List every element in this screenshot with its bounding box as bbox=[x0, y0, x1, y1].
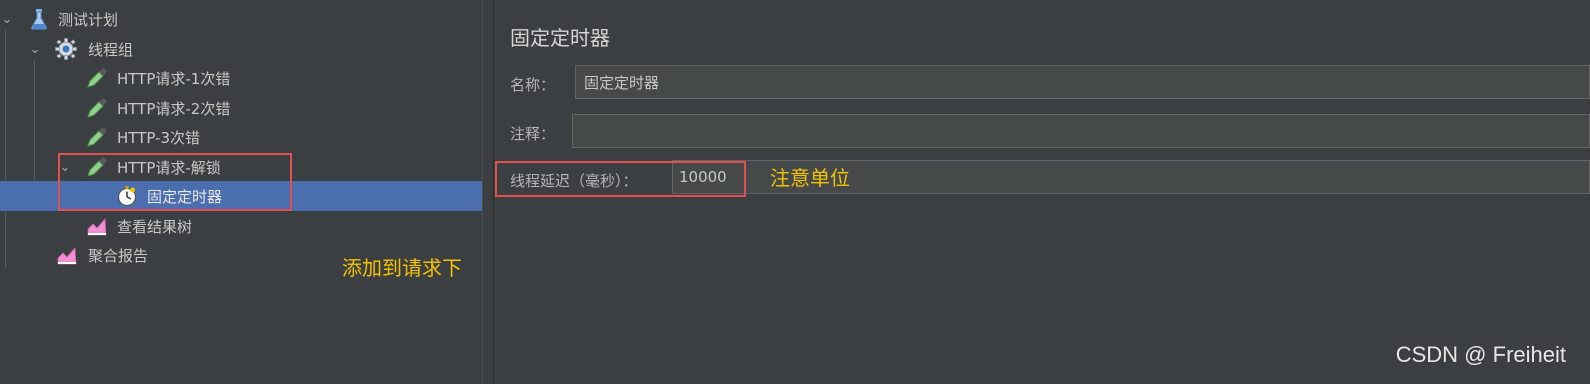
tree-item-label: 线程组 bbox=[88, 40, 134, 59]
watermark: CSDN @ Freiheit bbox=[1395, 342, 1566, 367]
tree-item-label: 查看结果树 bbox=[117, 217, 193, 236]
chart-icon bbox=[56, 244, 78, 266]
chart-icon bbox=[86, 215, 108, 237]
name-label: 名称： bbox=[510, 76, 556, 94]
comment-field[interactable] bbox=[572, 114, 1590, 148]
flask-icon bbox=[28, 8, 50, 30]
chevron-down-icon[interactable]: ⌄ bbox=[58, 160, 72, 175]
tree-item-http-request-2[interactable]: HTTP请求-2次错 bbox=[0, 93, 482, 123]
timer-config-panel: 固定定时器 名称： 固定定时器 注释： 线程延迟（毫秒）： 10000 注意单位 bbox=[494, 0, 1590, 384]
pipette-icon bbox=[86, 156, 108, 178]
delay-label: 线程延迟（毫秒）： bbox=[510, 172, 638, 190]
test-plan-tree: ⌄ 测试计划 ⌄ 线程组 HTTP请求-1次错 HTTP请求-2次错 HTTP-… bbox=[0, 0, 482, 384]
tree-item-view-results-tree[interactable]: 查看结果树 bbox=[0, 211, 482, 241]
annotation-add-under-request: 添加到请求下 bbox=[342, 256, 462, 280]
tree-item-label: HTTP-3次错 bbox=[117, 128, 201, 147]
name-field[interactable]: 固定定时器 bbox=[575, 65, 1590, 99]
annotation-note-unit: 注意单位 bbox=[770, 166, 850, 190]
tree-item-test-plan[interactable]: ⌄ 测试计划 bbox=[0, 4, 482, 34]
tree-item-http-unlock[interactable]: ⌄ HTTP请求-解锁 bbox=[0, 152, 482, 182]
tree-item-label: HTTP请求-2次错 bbox=[117, 99, 231, 118]
pipette-icon bbox=[86, 126, 108, 148]
tree-item-label: 聚合报告 bbox=[88, 246, 149, 265]
panel-splitter[interactable] bbox=[482, 0, 494, 384]
tree-item-label: HTTP请求-1次错 bbox=[117, 69, 231, 88]
tree-item-label: HTTP请求-解锁 bbox=[117, 158, 221, 177]
tree-item-constant-timer[interactable]: 固定定时器 bbox=[0, 181, 482, 211]
tree-item-label: 固定定时器 bbox=[147, 187, 223, 206]
comment-label: 注释： bbox=[510, 125, 556, 143]
pipette-icon bbox=[86, 67, 108, 89]
tree-item-http-request-1[interactable]: HTTP请求-1次错 bbox=[0, 63, 482, 93]
tree-item-label: 测试计划 bbox=[58, 10, 119, 29]
panel-title: 固定定时器 bbox=[510, 26, 610, 50]
timer-icon bbox=[116, 185, 138, 207]
chevron-down-icon[interactable]: ⌄ bbox=[28, 42, 42, 57]
tree-item-thread-group[interactable]: ⌄ 线程组 bbox=[0, 34, 482, 64]
tree-item-http-3[interactable]: HTTP-3次错 bbox=[0, 122, 482, 152]
pipette-icon bbox=[86, 97, 108, 119]
gear-icon bbox=[55, 38, 77, 60]
chevron-down-icon[interactable]: ⌄ bbox=[0, 12, 14, 27]
